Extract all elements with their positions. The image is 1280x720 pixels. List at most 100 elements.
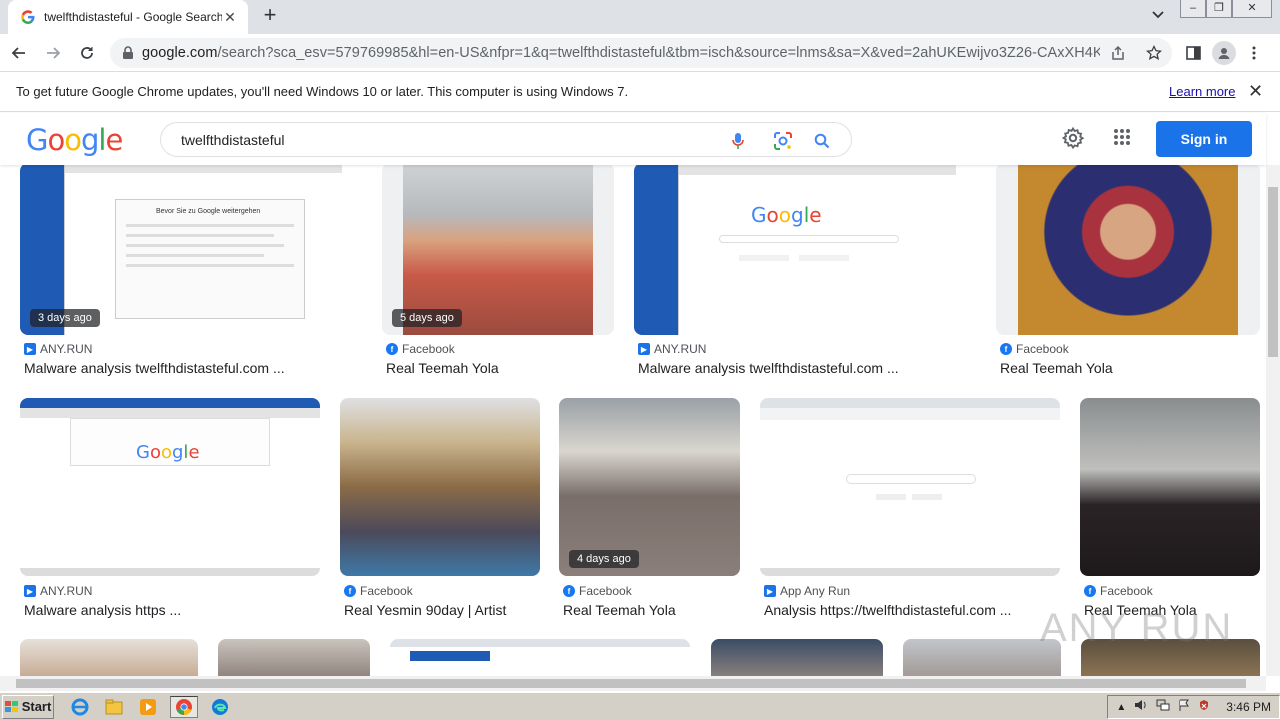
result-source[interactable]: ▶ ANY.RUN — [638, 342, 706, 356]
anyrun-icon: ▶ — [24, 585, 36, 597]
result-source[interactable]: f Facebook — [563, 584, 632, 598]
back-button[interactable] — [4, 38, 34, 68]
result-thumbnail[interactable] — [711, 639, 883, 676]
result-caption[interactable]: Real Teemah Yola — [1000, 360, 1250, 376]
image-results-grid: Bevor Sie zu Google weitergehen 3 days a… — [0, 165, 1266, 676]
ie-taskbar-icon[interactable] — [68, 696, 92, 718]
google-logo[interactable]: Google — [26, 123, 123, 157]
start-label: Start — [21, 699, 52, 714]
url-path: /search?sca_esv=579769985&hl=en-US&nfpr=… — [217, 45, 1100, 61]
source-label: ANY.RUN — [654, 342, 707, 356]
result-caption[interactable]: Analysis https://twelfthdistasteful.com … — [764, 602, 1054, 618]
action-center-flag-icon[interactable] — [1178, 698, 1190, 716]
result-thumbnail[interactable] — [218, 639, 370, 676]
result-caption[interactable]: Malware analysis twelfthdistasteful.com … — [24, 360, 344, 376]
result-thumbnail[interactable] — [390, 639, 690, 676]
anyrun-watermark: ANY RUN — [1040, 606, 1234, 650]
tab-close-icon[interactable]: ✕ — [222, 9, 238, 26]
result-thumbnail[interactable] — [996, 165, 1260, 335]
chrome-taskbar-icon[interactable] — [170, 695, 198, 718]
result-thumbnail[interactable] — [903, 639, 1061, 676]
reload-button[interactable] — [72, 38, 102, 68]
search-box[interactable]: twelfthdistasteful — [160, 122, 852, 157]
age-badge: 3 days ago — [30, 309, 100, 327]
age-badge: 4 days ago — [569, 550, 639, 568]
system-tray: ▲ 3:46 PM — [1107, 695, 1280, 719]
result-thumbnail[interactable] — [1080, 398, 1260, 576]
tray-expand-icon[interactable]: ▲ — [1116, 702, 1126, 713]
result-thumbnail[interactable]: Google — [20, 398, 320, 576]
edge-taskbar-icon[interactable] — [208, 696, 232, 718]
windows-taskbar: Start ▲ 3:46 PM — [0, 692, 1280, 720]
horizontal-scrollbar[interactable] — [0, 676, 1266, 691]
learn-more-link[interactable]: Learn more — [1169, 84, 1235, 99]
infobar-message: To get future Google Chrome updates, you… — [16, 84, 629, 99]
facebook-icon: f — [1000, 343, 1012, 355]
anyrun-icon: ▶ — [764, 585, 776, 597]
result-caption[interactable]: Real Teemah Yola — [386, 360, 606, 376]
share-icon[interactable] — [1108, 43, 1128, 63]
result-thumbnail[interactable]: Bevor Sie zu Google weitergehen 3 days a… — [20, 165, 362, 335]
source-label: ANY.RUN — [40, 584, 93, 598]
close-window-button[interactable]: ✕ — [1232, 0, 1272, 18]
age-badge: 5 days ago — [392, 309, 462, 327]
clock[interactable]: 3:46 PM — [1226, 700, 1271, 714]
vertical-scrollbar[interactable] — [1266, 165, 1280, 676]
restore-button[interactable]: ❐ — [1206, 0, 1232, 18]
result-source[interactable]: ▶ ANY.RUN — [24, 342, 92, 356]
result-source[interactable]: f Facebook — [1084, 584, 1153, 598]
network-icon[interactable] — [1156, 698, 1170, 716]
forward-arrow-icon — [47, 46, 61, 59]
settings-gear-icon[interactable] — [1061, 126, 1085, 155]
tab-search-chevron-icon[interactable] — [1152, 8, 1164, 22]
search-input[interactable]: twelfthdistasteful — [181, 132, 285, 148]
anyrun-icon: ▶ — [638, 343, 650, 355]
forward-button[interactable] — [38, 38, 68, 68]
result-thumbnail[interactable]: Google — [634, 165, 976, 335]
sign-in-button[interactable]: Sign in — [1156, 121, 1252, 157]
google-apps-icon[interactable] — [1113, 128, 1131, 151]
new-tab-button[interactable]: + — [258, 4, 282, 28]
chrome-menu-icon[interactable] — [1242, 41, 1266, 65]
google-favicon-icon — [21, 10, 35, 24]
result-thumbnail[interactable] — [20, 639, 198, 676]
security-shield-icon[interactable] — [1198, 698, 1210, 716]
result-caption[interactable]: Real Yesmin 90day | Artist — [344, 602, 540, 618]
start-button[interactable]: Start — [2, 694, 54, 719]
facebook-icon: f — [386, 343, 398, 355]
browser-toolbar: google.com/search?sca_esv=579769985&hl=e… — [0, 34, 1280, 72]
result-thumbnail[interactable]: 4 days ago — [559, 398, 740, 576]
result-thumbnail[interactable]: 5 days ago — [382, 165, 614, 335]
result-source[interactable]: ▶ App Any Run — [764, 584, 850, 598]
google-header: Google twelfthdistasteful Sign in — [0, 113, 1266, 165]
bookmark-star-icon[interactable] — [1144, 43, 1164, 63]
volume-icon[interactable] — [1134, 698, 1148, 716]
voice-search-icon[interactable] — [727, 130, 749, 152]
browser-tab[interactable]: twelfthdistasteful - Google Search ✕ — [8, 0, 248, 34]
explorer-taskbar-icon[interactable] — [102, 696, 126, 718]
facebook-icon: f — [563, 585, 575, 597]
result-source[interactable]: ▶ ANY.RUN — [24, 584, 92, 598]
thumb-dialog-title: Bevor Sie zu Google weitergehen — [156, 208, 261, 215]
source-label: Facebook — [579, 584, 632, 598]
horizontal-scroll-thumb[interactable] — [16, 679, 1246, 688]
result-caption[interactable]: Malware analysis https ... — [24, 602, 314, 618]
vertical-scroll-thumb[interactable] — [1268, 187, 1278, 357]
result-thumbnail[interactable] — [760, 398, 1060, 576]
result-caption[interactable]: Malware analysis twelfthdistasteful.com … — [638, 360, 958, 376]
lens-search-icon[interactable] — [772, 130, 794, 152]
result-source[interactable]: f Facebook — [1000, 342, 1069, 356]
profile-avatar-icon[interactable] — [1212, 41, 1236, 65]
search-icon[interactable] — [811, 130, 833, 152]
media-player-taskbar-icon[interactable] — [136, 696, 160, 718]
facebook-icon: f — [344, 585, 356, 597]
result-source[interactable]: f Facebook — [344, 584, 413, 598]
minimize-button[interactable]: – — [1180, 0, 1206, 18]
side-panel-icon[interactable] — [1180, 40, 1206, 66]
infobar-close-icon[interactable]: ✕ — [1248, 81, 1263, 102]
address-bar[interactable]: google.com/search?sca_esv=579769985&hl=e… — [110, 38, 1172, 68]
result-caption[interactable]: Real Teemah Yola — [563, 602, 741, 618]
anyrun-icon: ▶ — [24, 343, 36, 355]
result-source[interactable]: f Facebook — [386, 342, 455, 356]
result-thumbnail[interactable] — [340, 398, 540, 576]
